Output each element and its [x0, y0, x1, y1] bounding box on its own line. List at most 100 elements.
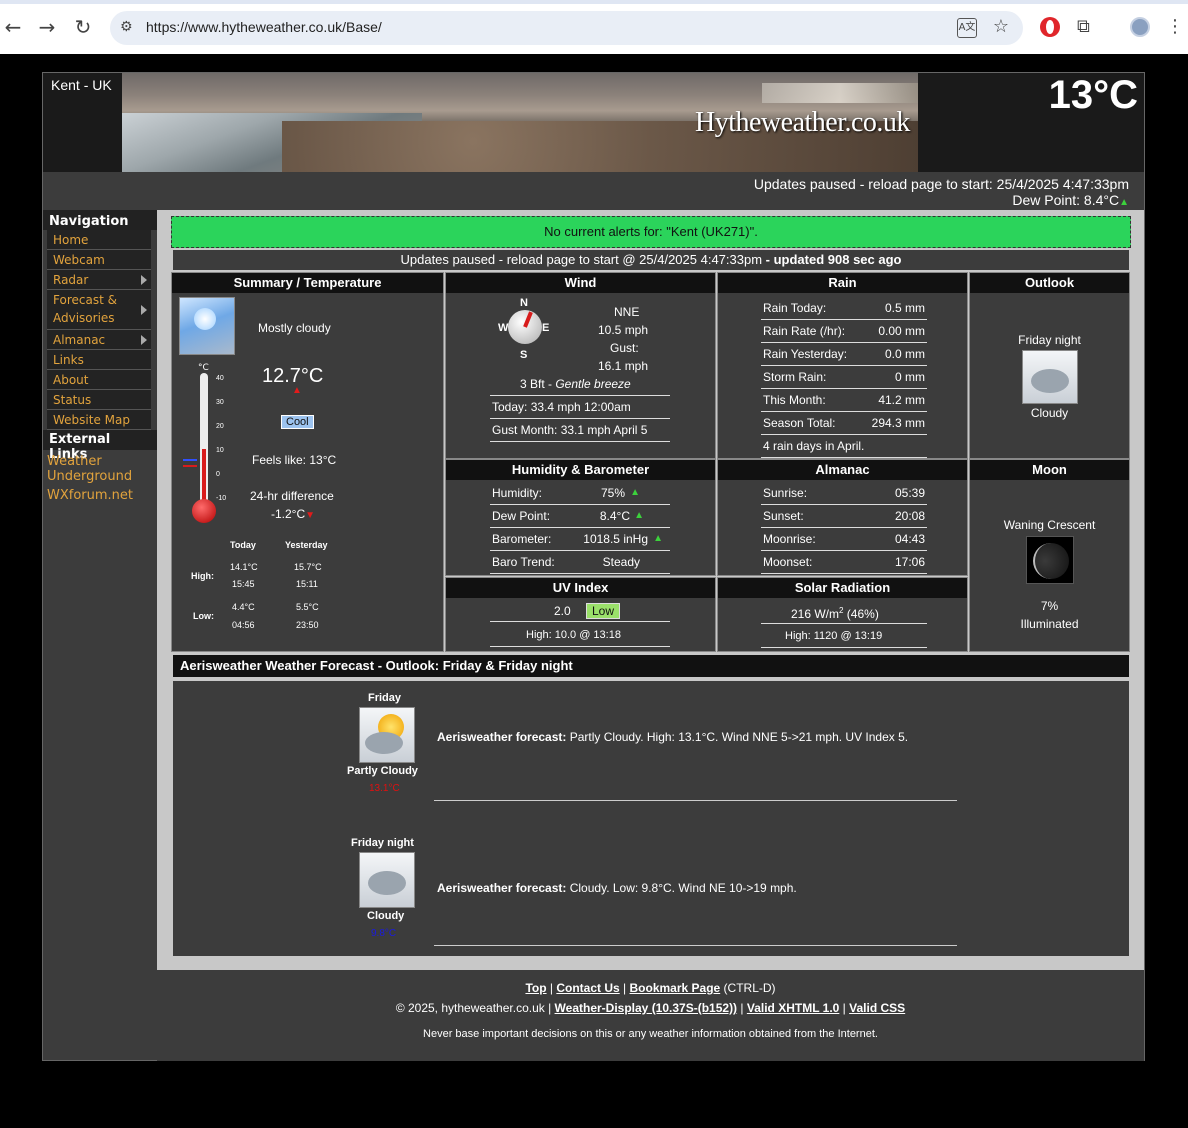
sidebar-item-forecast[interactable]: Forecast & Advisories [47, 290, 151, 330]
sidebar-item-almanac[interactable]: Almanac [47, 330, 151, 350]
footer-top-link[interactable]: Top [525, 981, 546, 995]
rain-key: Rain Today: [763, 301, 827, 315]
wind-today-row: Today: 33.4 mph 12:00am [490, 396, 670, 419]
thermometer-bulb [192, 499, 216, 523]
bookmark-star-icon[interactable]: ☆ [993, 16, 1009, 37]
footer-sep: | [839, 1001, 850, 1015]
yesterday-low-time: 23:50 [296, 620, 319, 630]
therm-tick: 10 [216, 447, 224, 454]
down-arrow-icon: ▼ [305, 510, 316, 521]
link-text: Underground [47, 469, 133, 484]
almanac-value: 17:06 [894, 555, 925, 569]
gust-month-text: Gust Month: 33.1 mph April 5 [492, 423, 648, 437]
today-high-time: 15:45 [232, 579, 255, 589]
compass-n: N [520, 297, 528, 309]
humidity-key: Baro Trend: [492, 555, 555, 569]
compass-icon: N W E S [498, 297, 550, 367]
update-text: Updates paused - reload page to start @ … [400, 252, 763, 267]
therm-tick: 0 [216, 471, 220, 478]
sidebar-item-label: Advisories [53, 311, 115, 325]
forecast-body: Friday Partly Cloudy 13.1°C Aerisweather… [173, 681, 1129, 956]
alert-banner: No current alerts for: "Kent (UK271)". [171, 216, 1131, 248]
moon-phase: Waning Crescent [1003, 518, 1096, 532]
footer-bookmark-link[interactable]: Bookmark Page [630, 981, 721, 995]
almanac-row: Moonrise: 04:43 [761, 528, 927, 551]
thermometer-mercury [202, 449, 206, 503]
sidebar-item-about[interactable]: About [47, 370, 151, 390]
humidity-key: Barometer: [492, 532, 552, 546]
summary-title: Summary / Temperature [172, 273, 443, 293]
humidity-value: 75% [600, 486, 625, 500]
reload-icon[interactable]: ↻ [70, 14, 96, 40]
external-link-wunderground[interactable]: Weather Underground [43, 454, 157, 484]
rain-value: 0 mm [895, 370, 925, 384]
main-content: No current alerts for: "Kent (UK271)". U… [157, 210, 1144, 970]
sidebar-item-status[interactable]: Status [47, 390, 151, 410]
rain-value: 0.00 mm [878, 324, 925, 338]
thermometer-icon: °C 40 30 20 10 0 -10 [180, 363, 232, 523]
footer: Top | Contact Us | Bookmark Page (CTRL-D… [157, 971, 1144, 1061]
url-text[interactable]: https://www.hytheweather.co.uk/Base/ [146, 19, 382, 35]
diff-value-text: -1.2°C [271, 507, 306, 521]
humidity-key: Humidity: [492, 486, 543, 500]
sidebar-item-webcam[interactable]: Webcam [47, 250, 151, 270]
profile-avatar[interactable] [1130, 17, 1150, 37]
solar-panel: Solar Radiation 216 W/m2 (46%) High: 112… [717, 577, 968, 652]
moon-icon [1026, 536, 1074, 584]
up-arrow-icon: ▲ [1119, 197, 1129, 208]
solar-title: Solar Radiation [718, 578, 967, 598]
update-age: - updated 908 sec ago [765, 252, 902, 267]
footer-xhtml-link[interactable]: Valid XHTML 1.0 [747, 1001, 839, 1015]
address-bar[interactable]: ⚙ https://www.hytheweather.co.uk/Base/ A… [110, 11, 1023, 45]
compass-e: E [542, 322, 550, 334]
rain-key: Rain Rate (/hr): [763, 324, 846, 338]
cloud-shape [1031, 369, 1069, 393]
footer-contact-link[interactable]: Contact Us [556, 981, 619, 995]
external-link-wxforum[interactable]: WXforum.net [43, 488, 157, 503]
gust-month-row: Gust Month: 33.1 mph April 5 [490, 419, 670, 442]
forecast-divider [434, 800, 957, 801]
sidebar-item-home[interactable]: Home [47, 230, 151, 250]
update-line: Updates paused - reload page to start @ … [173, 250, 1129, 270]
footer-copyright: © 2025, hytheweather.co.uk | [395, 1001, 555, 1015]
humidity-title: Humidity & Barometer [446, 460, 715, 480]
almanac-key: Sunset: [763, 509, 804, 523]
extensions-puzzle-icon[interactable]: ⧉ [1077, 17, 1097, 37]
sidebar-item-links[interactable]: Links [47, 350, 151, 370]
sidebar-item-website-map[interactable]: Website Map [47, 410, 151, 430]
uv-high-row: High: 10.0 @ 13:18 [490, 624, 670, 647]
beaufort-desc: Gentle breeze [555, 377, 631, 391]
solar-percent: (46%) [843, 607, 879, 621]
rain-value: 294.3 mm [871, 416, 925, 430]
footer-ctrl: (CTRL-D) [720, 981, 776, 995]
footer-links: Top | Contact Us | Bookmark Page (CTRL-D… [157, 981, 1144, 995]
rain-row: Rain Yesterday: 0.0 mm [761, 343, 927, 366]
sidebar-item-radar[interactable]: Radar [47, 270, 151, 290]
back-icon[interactable]: ← [0, 14, 26, 40]
humidity-value: 1018.5 inHg [583, 532, 648, 546]
sidebar-title: Navigation [43, 210, 157, 230]
beaufort-row: 3 Bft - Gentle breeze [490, 373, 670, 396]
forward-icon[interactable]: → [34, 14, 60, 40]
almanac-row: Sunset: 20:08 [761, 505, 927, 528]
dewpoint-row: Dew Point: 8.4°C ▲ [490, 505, 670, 528]
cloud-shape [368, 871, 406, 895]
dew-point-text: Dew Point: 8.4°C [1012, 192, 1120, 208]
beaufort-text: 3 Bft - Gentle breeze [520, 373, 631, 395]
thermometer-max-marker [183, 465, 197, 467]
today-low: 4.4°C [232, 602, 255, 612]
rain-key: Rain Yesterday: [763, 347, 848, 361]
translate-icon[interactable]: A文 [957, 18, 977, 38]
beaufort-number: 3 Bft - [520, 377, 556, 391]
site-settings-icon[interactable]: ⚙ [120, 19, 133, 35]
forecast-period: Friday night [351, 837, 414, 849]
kebab-menu-icon[interactable]: ⋮ [1166, 17, 1186, 37]
footer-wd-link[interactable]: Weather-Display (10.37S-(b152)) [555, 1001, 738, 1015]
browser-toolbar: ← → ↻ ⚙ https://www.hytheweather.co.uk/B… [0, 0, 1188, 54]
rain-row: Storm Rain: 0 mm [761, 366, 927, 389]
opera-extension-icon[interactable] [1040, 17, 1060, 37]
forecast-section: Aerisweather Weather Forecast - Outlook:… [171, 655, 1131, 958]
footer-css-link[interactable]: Valid CSS [849, 1001, 905, 1015]
almanac-value: 05:39 [894, 486, 925, 500]
moon-title: Moon [970, 460, 1129, 480]
